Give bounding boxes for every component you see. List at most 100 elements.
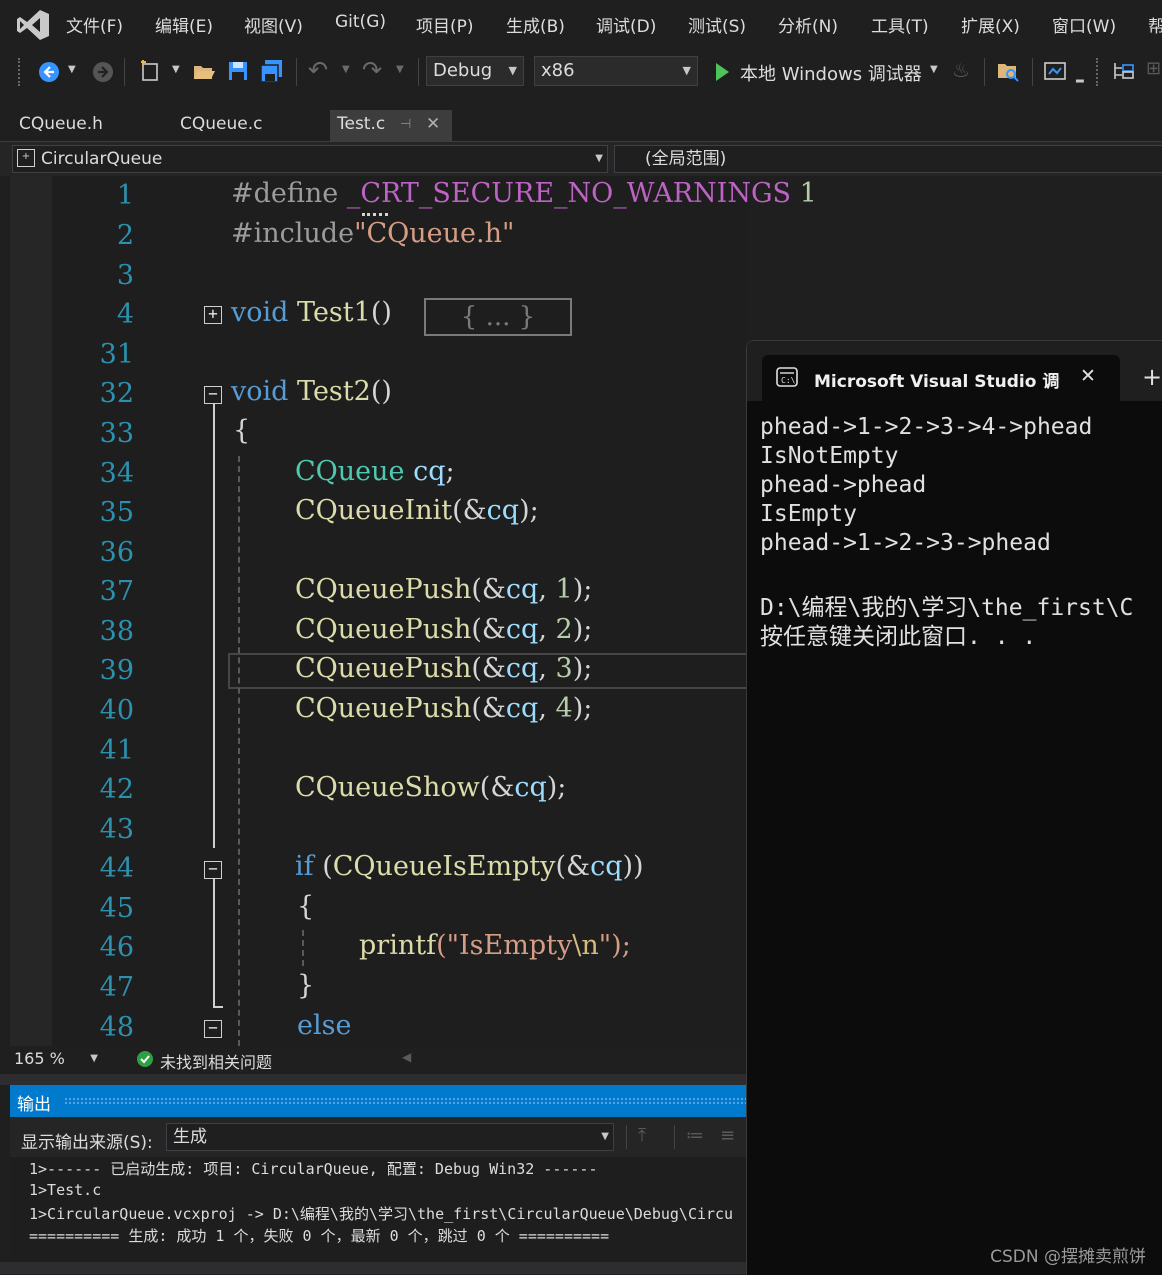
zoom-select[interactable]: 165 % ▼ (14, 1049, 100, 1071)
redo-icon[interactable]: ↷ (362, 56, 382, 84)
code-line-44[interactable]: if (CQueueIsEmpty(&cq)) (295, 851, 644, 882)
bottom-edge (0, 1262, 746, 1274)
collapse-outline-icon[interactable]: − (204, 386, 222, 404)
clear-all-icon[interactable]: ≡ (720, 1125, 735, 1146)
tab-test-c[interactable]: Test.c (337, 114, 385, 134)
start-debugging-button[interactable]: 本地 Windows 调试器 (740, 60, 922, 86)
new-dropdown-icon[interactable]: ▼ (172, 64, 180, 75)
code-line-33[interactable]: { (233, 415, 250, 446)
code-line-45[interactable]: { (297, 891, 314, 922)
menu-help[interactable]: 帮 (1148, 12, 1162, 37)
pin-icon[interactable]: ⊣ (400, 117, 411, 132)
line-number: 37 (99, 576, 134, 607)
menu-window[interactable]: 窗口(W) (1052, 12, 1116, 37)
menu-edit[interactable]: 编辑(E) (155, 12, 213, 37)
close-console-icon[interactable]: ✕ (1080, 365, 1096, 387)
menu-view[interactable]: 视图(V) (244, 12, 303, 37)
solution-explorer-icon[interactable] (1044, 60, 1066, 82)
toolbar-overflow-icon[interactable]: ▂ (1076, 72, 1084, 83)
undo-icon[interactable]: ↶ (308, 56, 328, 84)
project-select[interactable]: + CircularQueue ▼ (12, 145, 608, 173)
menu-test[interactable]: 测试(S) (688, 12, 746, 37)
console-line: IsNotEmpty (760, 443, 899, 469)
step-icon[interactable] (1112, 60, 1136, 82)
code-line-40[interactable]: CQueuePush(&cq, 4); (295, 693, 592, 724)
line-number: 40 (99, 695, 134, 726)
find-message-icon[interactable]: ≔ (686, 1125, 704, 1146)
output-source-value: 生成 (173, 1127, 207, 1147)
separator (124, 58, 125, 86)
collapse-outline-icon[interactable]: − (204, 1020, 222, 1038)
code-line-1[interactable]: #define _CRT_SECURE_NO_WARNINGS 1 (231, 178, 817, 209)
toolbar-grip[interactable] (1096, 58, 1102, 86)
platform-select[interactable]: x86 ▼ (534, 56, 698, 86)
find-in-files-icon[interactable] (996, 59, 1020, 83)
undo-dropdown-icon[interactable]: ▼ (342, 64, 350, 75)
toolbar-grip[interactable] (18, 58, 24, 86)
separator (418, 58, 419, 86)
redo-dropdown-icon[interactable]: ▼ (396, 64, 404, 75)
code-line-48[interactable]: else (297, 1010, 351, 1041)
code-line-37[interactable]: CQueuePush(&cq, 1); (295, 574, 592, 605)
editor-status-bar (10, 1046, 746, 1074)
code-line-4[interactable]: void Test1() (231, 297, 392, 328)
code-line-47[interactable]: } (297, 970, 314, 1001)
code-line-42[interactable]: CQueueShow(&cq); (295, 772, 566, 803)
new-project-icon[interactable] (138, 59, 162, 83)
console-line: phead->1->2->3->phead (760, 530, 1051, 556)
open-folder-icon[interactable] (192, 60, 216, 82)
separator (1032, 58, 1033, 86)
hot-reload-icon[interactable]: ♨ (952, 58, 970, 82)
indent-guide (302, 930, 304, 966)
splitter[interactable] (0, 1074, 746, 1085)
separator (296, 58, 297, 86)
scope-select[interactable]: (全局范围) (614, 145, 1162, 173)
toolbar-more-icon[interactable]: ⊞ (1146, 58, 1161, 79)
tab-cqueue-c[interactable]: CQueue.c (180, 114, 262, 134)
scroll-left-icon[interactable]: ◀ (402, 1050, 411, 1064)
line-number: 47 (99, 972, 134, 1003)
line-number: 4 (116, 299, 134, 330)
chevron-down-icon: ▼ (90, 1053, 98, 1064)
issues-status[interactable]: 未找到相关问题 (160, 1049, 272, 1073)
goto-previous-message-icon[interactable]: ⤒ (638, 1125, 646, 1146)
menu-file[interactable]: 文件(F) (66, 12, 123, 37)
forward-icon[interactable] (92, 61, 114, 83)
code-line-2[interactable]: #include"CQueue.h" (231, 218, 514, 249)
save-all-icon[interactable] (260, 59, 284, 83)
collapsed-block[interactable]: { ... } (424, 298, 572, 336)
platform-value: x86 (541, 60, 575, 81)
menu-debug[interactable]: 调试(D) (596, 12, 656, 37)
code-line-34[interactable]: CQueue cq; (295, 456, 455, 487)
menu-analyze[interactable]: 分析(N) (778, 12, 838, 37)
project-name: CircularQueue (41, 149, 163, 169)
new-tab-icon[interactable]: + (1142, 363, 1162, 391)
collapse-outline-icon[interactable]: − (204, 861, 222, 879)
menu-extensions[interactable]: 扩展(X) (961, 12, 1020, 37)
menu-build[interactable]: 生成(B) (506, 12, 565, 37)
console-tab[interactable]: C:\ Microsoft Visual Studio 调试控 ✕ (762, 355, 1120, 401)
back-dropdown-icon[interactable]: ▼ (68, 64, 76, 75)
code-line-32[interactable]: void Test2() (231, 376, 392, 407)
visual-studio-logo-icon[interactable] (16, 9, 50, 41)
menu-git[interactable]: Git(G) (335, 12, 386, 32)
menu-tools[interactable]: 工具(T) (871, 12, 929, 37)
close-tab-icon[interactable]: ✕ (426, 114, 440, 134)
back-icon[interactable] (38, 61, 60, 83)
outline-line (213, 879, 215, 1007)
output-source-select[interactable]: 生成 ▼ (166, 1123, 614, 1151)
start-debugging-icon[interactable] (714, 62, 730, 82)
menu-project[interactable]: 项目(P) (416, 12, 474, 37)
debug-target-dropdown-icon[interactable]: ▼ (930, 64, 938, 75)
expand-outline-icon[interactable]: + (204, 306, 222, 324)
code-line-35[interactable]: CQueueInit(&cq); (295, 495, 539, 526)
tab-cqueue-h[interactable]: CQueue.h (19, 114, 103, 134)
separator (984, 58, 985, 86)
code-line-38[interactable]: CQueuePush(&cq, 2); (295, 614, 592, 645)
configuration-select[interactable]: Debug ▼ (426, 56, 524, 86)
code-line-46[interactable]: printf("IsEmpty\n"); (359, 930, 631, 961)
svg-text:C:\: C:\ (781, 376, 796, 385)
save-icon[interactable] (228, 60, 248, 82)
console-tab-title: Microsoft Visual Studio 调试控 (814, 372, 1060, 392)
code-line-39[interactable]: CQueuePush(&cq, 3); (295, 653, 592, 684)
